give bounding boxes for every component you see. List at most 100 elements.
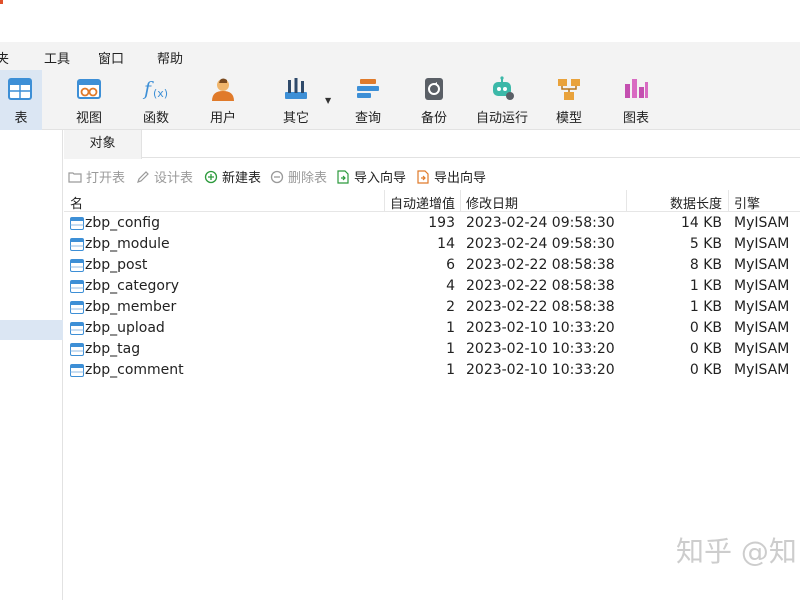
delete-table-button[interactable]: 删除表 [270, 167, 328, 186]
menu-item-tools[interactable]: 工具 [44, 48, 70, 67]
toolbar-table-button[interactable]: 表 [0, 70, 42, 130]
table-icon [70, 217, 84, 230]
export-wizard-label: 导出向导 [434, 171, 487, 186]
data-length: 0 KB [689, 362, 722, 378]
import-wizard-button[interactable]: 导入向导 [336, 167, 407, 186]
table-icon [70, 259, 84, 272]
column-divider[interactable] [626, 190, 627, 212]
auto-increment-value: 1 [446, 362, 455, 378]
pencil-icon [137, 171, 149, 183]
table-row[interactable]: zbp_tag 1 2023-02-10 10:33:20 0 KB MyISA… [64, 339, 800, 360]
toolbar-function-label: 函数 [142, 111, 169, 126]
data-length: 1 KB [689, 299, 722, 315]
table-row[interactable]: zbp_config 193 2023-02-24 09:58:30 14 KB… [64, 213, 800, 234]
engine: MyISAM [734, 215, 790, 231]
modified-date: 2023-02-10 10:33:20 [466, 320, 615, 336]
toolbar-user-button[interactable]: 用户 [198, 70, 248, 130]
table-icon [70, 280, 84, 293]
data-length: 1 KB [689, 278, 722, 294]
table-row[interactable]: zbp_post 6 2023-02-22 08:58:38 8 KB MyIS… [64, 255, 800, 276]
table-row[interactable]: zbp_module 14 2023-02-24 09:58:30 5 KB M… [64, 234, 800, 255]
table-icon [70, 322, 84, 335]
column-divider[interactable] [384, 190, 385, 212]
table-icon [70, 301, 84, 314]
data-length: 0 KB [689, 341, 722, 357]
function-icon: f (x) [142, 78, 168, 100]
column-header-engine[interactable]: 引擎 [734, 193, 760, 212]
table-header: 名 自动递增值 修改日期 数据长度 引擎 [64, 190, 800, 212]
table-name: zbp_post [85, 257, 148, 273]
toolbar-chart-button[interactable]: 图表 [612, 70, 660, 130]
modified-date: 2023-02-10 10:33:20 [466, 362, 615, 378]
window-titlebar [0, 0, 800, 42]
data-length: 8 KB [689, 257, 722, 273]
plus-circle-icon [204, 170, 218, 184]
main-toolbar: 表 视图 f (x) 函数 用户 其它 ▼ 查询 备份 自动运行 模型 图表 [0, 70, 800, 130]
auto-increment-value: 14 [437, 236, 455, 252]
export-wizard-button[interactable]: 导出向导 [416, 167, 487, 186]
table-icon [70, 364, 84, 377]
toolbar-model-label: 模型 [555, 111, 582, 126]
engine: MyISAM [734, 236, 790, 252]
table-row[interactable]: zbp_member 2 2023-02-22 08:58:38 1 KB My… [64, 297, 800, 318]
chevron-down-icon[interactable]: ▼ [325, 96, 331, 105]
query-icon [357, 79, 379, 98]
connection-sidebar[interactable] [0, 130, 63, 600]
design-table-button[interactable]: 设计表 [136, 167, 194, 186]
toolbar-model-button[interactable]: 模型 [546, 70, 592, 130]
delete-table-label: 删除表 [288, 171, 328, 186]
menu-item-help[interactable]: 帮助 [157, 48, 183, 67]
menu-item-favorites[interactable]: 夹 [0, 48, 9, 67]
tab-objects[interactable]: 对象 [64, 130, 142, 159]
column-header-auto-increment[interactable]: 自动递增值 [390, 193, 455, 212]
table-name: zbp_module [85, 236, 170, 252]
toolbar-backup-button[interactable]: 备份 [410, 70, 458, 130]
menu-item-window[interactable]: 窗口 [98, 48, 124, 67]
column-divider[interactable] [728, 190, 729, 212]
chart-icon [625, 79, 648, 98]
modified-date: 2023-02-24 09:58:30 [466, 215, 615, 231]
toolbar-function-button[interactable]: f (x) 函数 [130, 70, 182, 130]
table-name: zbp_category [85, 278, 179, 294]
modified-date: 2023-02-10 10:33:20 [466, 341, 615, 357]
engine: MyISAM [734, 341, 790, 357]
model-icon [558, 79, 580, 100]
toolbar-automation-button[interactable]: 自动运行 [470, 70, 534, 130]
import-icon [337, 170, 349, 184]
robot-icon [493, 76, 514, 100]
toolbar-other-button[interactable]: 其它 [270, 70, 322, 130]
column-header-modified-date[interactable]: 修改日期 [466, 193, 518, 212]
table-icon [70, 238, 84, 251]
table-name: zbp_comment [85, 362, 184, 378]
app-mark [0, 0, 3, 4]
table-row[interactable]: zbp_upload 1 2023-02-10 10:33:20 0 KB My… [64, 318, 800, 339]
import-wizard-label: 导入向导 [354, 171, 407, 186]
toolbar-view-button[interactable]: 视图 [64, 70, 114, 130]
tab-bar: 对象 [64, 130, 800, 159]
auto-increment-value: 193 [428, 215, 455, 231]
design-table-label: 设计表 [154, 171, 194, 186]
table-icon [8, 78, 32, 100]
modified-date: 2023-02-24 09:58:30 [466, 236, 615, 252]
column-header-data-length[interactable]: 数据长度 [670, 193, 722, 212]
toolbar-query-button[interactable]: 查询 [342, 70, 394, 130]
tools-icon [285, 78, 307, 99]
engine: MyISAM [734, 320, 790, 336]
toolbar-user-label: 用户 [209, 111, 236, 126]
auto-increment-value: 6 [446, 257, 455, 273]
table-row[interactable]: zbp_comment 1 2023-02-10 10:33:20 0 KB M… [64, 360, 800, 381]
new-table-button[interactable]: 新建表 [204, 167, 261, 186]
folder-open-icon [68, 172, 82, 183]
toolbar-chart-label: 图表 [622, 111, 649, 126]
view-icon [77, 79, 101, 99]
engine: MyISAM [734, 278, 790, 294]
engine: MyISAM [734, 299, 790, 315]
modified-date: 2023-02-22 08:58:38 [466, 299, 615, 315]
table-row[interactable]: zbp_category 4 2023-02-22 08:58:38 1 KB … [64, 276, 800, 297]
open-table-button[interactable]: 打开表 [68, 167, 125, 186]
column-divider[interactable] [460, 190, 461, 212]
minus-circle-icon [270, 170, 284, 184]
toolbar-query-label: 查询 [354, 111, 381, 126]
column-header-name[interactable]: 名 [70, 193, 83, 212]
sidebar-selected-item[interactable] [0, 320, 63, 340]
